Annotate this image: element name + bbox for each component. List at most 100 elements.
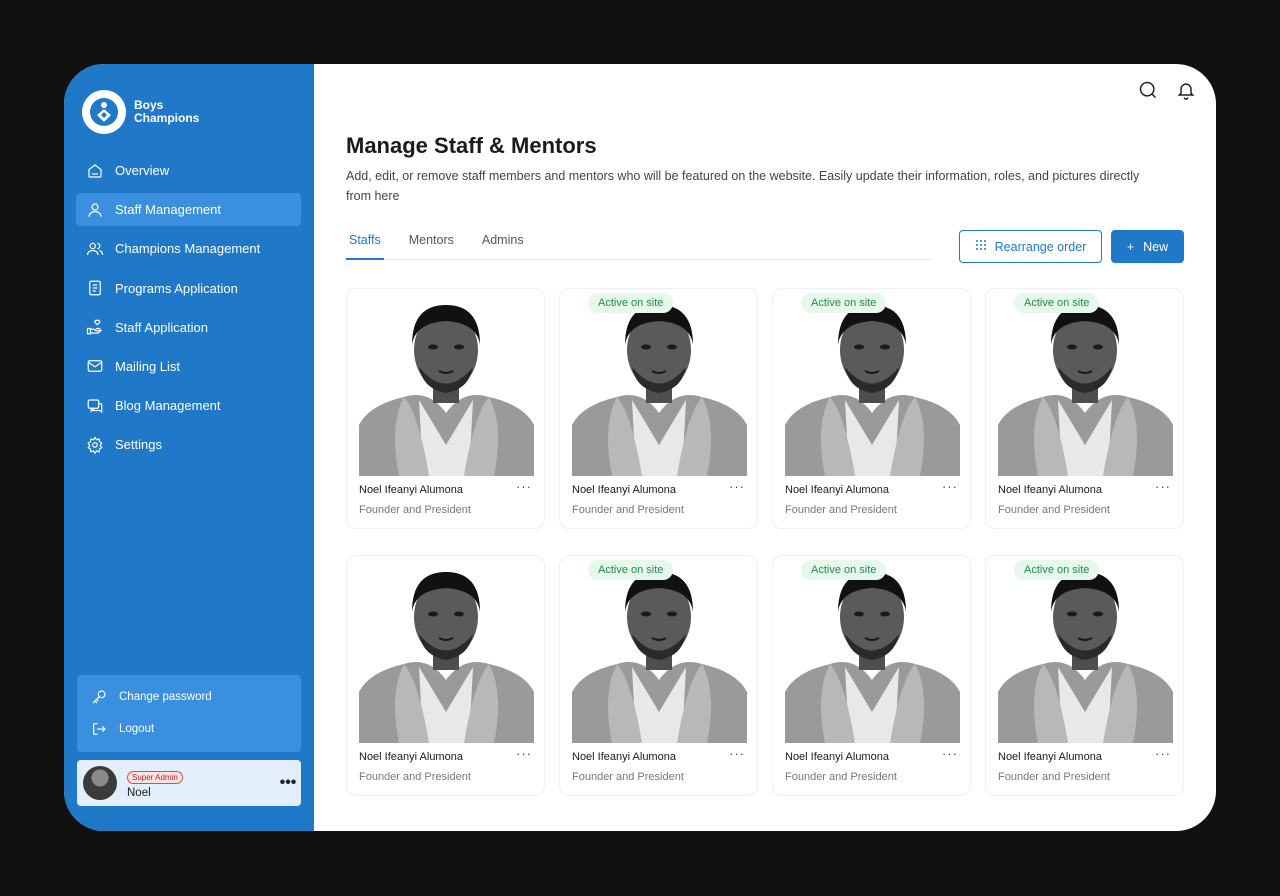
- sidebar-item-blog-management[interactable]: Blog Management: [76, 389, 301, 422]
- card-more-button[interactable]: ···: [942, 479, 958, 494]
- card-more-button[interactable]: ···: [1155, 746, 1171, 761]
- staff-name: Noel Ifeanyi Alumona: [572, 484, 676, 496]
- active-status-badge: Active on site: [801, 560, 887, 580]
- staff-role: Founder and President: [785, 771, 897, 783]
- tab-admins[interactable]: Admins: [479, 230, 527, 260]
- staff-photo: [572, 572, 747, 743]
- brand-name: Boys Champions: [134, 99, 199, 125]
- users-icon: [86, 240, 104, 258]
- active-status-badge: Active on site: [1014, 293, 1100, 313]
- staff-name: Noel Ifeanyi Alumona: [998, 751, 1102, 763]
- staff-photo: [359, 572, 534, 743]
- brand[interactable]: Boys Champions: [82, 90, 199, 134]
- staff-name: Noel Ifeanyi Alumona: [572, 751, 676, 763]
- active-status-badge: Active on site: [588, 560, 674, 580]
- active-status-badge: Active on site: [588, 293, 674, 313]
- card-more-button[interactable]: ···: [1155, 479, 1171, 494]
- sidebar-item-label: Blog Management: [115, 398, 221, 414]
- card-more-button[interactable]: ···: [729, 479, 745, 494]
- staff-card[interactable]: Active on site Noel Ifeanyi Alumona Foun…: [772, 288, 971, 529]
- avatar: [83, 766, 117, 800]
- active-status-badge: Active on site: [801, 293, 887, 313]
- sidebar-item-champions-management[interactable]: Champions Management: [76, 232, 301, 265]
- staff-card[interactable]: Noel Ifeanyi Alumona Founder and Preside…: [346, 555, 545, 796]
- user-info: Super Admin Noel: [127, 767, 275, 799]
- app-window: Boys Champions Overview Staff Management: [64, 64, 1216, 831]
- staff-role: Founder and President: [998, 504, 1110, 516]
- active-status-badge: Active on site: [1014, 560, 1100, 580]
- sidebar-item-overview[interactable]: Overview: [76, 154, 301, 187]
- page-title: Manage Staff & Mentors: [346, 133, 597, 158]
- sidebar: Boys Champions Overview Staff Management: [64, 64, 314, 831]
- sidebar-nav: Overview Staff Management Champions Mana…: [76, 154, 301, 468]
- user-more-button[interactable]: •••: [275, 774, 301, 792]
- sidebar-item-label: Staff Application: [115, 319, 208, 335]
- staff-photo: [572, 305, 747, 476]
- tab-staffs[interactable]: Staffs: [346, 230, 384, 260]
- hand-heart-icon: [86, 318, 104, 336]
- sidebar-item-label: Mailing List: [115, 358, 181, 374]
- brand-logo-icon: [82, 90, 126, 134]
- sidebar-item-staff-management[interactable]: Staff Management: [76, 193, 301, 227]
- staff-role: Founder and President: [359, 504, 471, 516]
- staff-role: Founder and President: [359, 771, 471, 783]
- card-more-button[interactable]: ···: [516, 746, 532, 761]
- staff-card[interactable]: Active on site Noel Ifeanyi Alumona Foun…: [559, 288, 758, 529]
- staff-role: Founder and President: [572, 504, 684, 516]
- role-badge: Super Admin: [127, 771, 183, 784]
- card-more-button[interactable]: ···: [729, 746, 745, 761]
- staff-card[interactable]: Active on site Noel Ifeanyi Alumona Foun…: [559, 555, 758, 796]
- staff-photo: [785, 572, 960, 743]
- staff-role: Founder and President: [998, 771, 1110, 783]
- sidebar-item-settings[interactable]: Settings: [76, 428, 301, 461]
- rearrange-order-button[interactable]: Rearrange order: [959, 230, 1102, 263]
- logout-button[interactable]: Logout: [77, 719, 301, 739]
- change-password-button[interactable]: Change password: [77, 687, 301, 707]
- bell-icon[interactable]: [1176, 80, 1196, 100]
- sidebar-item-label: Settings: [115, 437, 162, 453]
- staff-photo: [359, 305, 534, 476]
- sidebar-item-label: Overview: [115, 163, 170, 178]
- staff-name: Noel Ifeanyi Alumona: [785, 484, 889, 496]
- staff-photo: [998, 572, 1173, 743]
- document-icon: [86, 279, 104, 297]
- user-icon: [86, 201, 104, 219]
- mail-icon: [86, 357, 104, 375]
- staff-name: Noel Ifeanyi Alumona: [785, 751, 889, 763]
- staff-role: Founder and President: [572, 771, 684, 783]
- main-content: Manage Staff & Mentors Add, edit, or rem…: [314, 64, 1216, 831]
- new-button[interactable]: + New: [1111, 230, 1184, 263]
- sidebar-item-programs-application[interactable]: Programs Application: [76, 272, 301, 305]
- sidebar-item-label: Champions Management: [115, 241, 261, 257]
- staff-grid: Noel Ifeanyi Alumona Founder and Preside…: [346, 288, 1184, 796]
- card-more-button[interactable]: ···: [942, 746, 958, 761]
- key-icon: [91, 689, 107, 705]
- home-icon: [86, 162, 104, 180]
- staff-name: Noel Ifeanyi Alumona: [998, 484, 1102, 496]
- staff-card[interactable]: Noel Ifeanyi Alumona Founder and Preside…: [346, 288, 545, 529]
- brand-line-2: Champions: [134, 111, 200, 125]
- staff-card[interactable]: Active on site Noel Ifeanyi Alumona Foun…: [985, 288, 1184, 529]
- staff-photo: [785, 305, 960, 476]
- sidebar-item-label: Programs Application: [115, 280, 238, 296]
- chat-icon: [86, 397, 104, 415]
- staff-card[interactable]: Active on site Noel Ifeanyi Alumona Foun…: [985, 555, 1184, 796]
- search-icon[interactable]: [1138, 80, 1158, 100]
- grid-dots-icon: [975, 239, 987, 254]
- gear-icon: [86, 436, 104, 454]
- sidebar-item-mailing-list[interactable]: Mailing List: [76, 350, 301, 383]
- user-card[interactable]: Super Admin Noel •••: [77, 760, 301, 806]
- sidebar-item-staff-application[interactable]: Staff Application: [76, 311, 301, 344]
- logout-label: Logout: [119, 723, 155, 735]
- staff-card[interactable]: Active on site Noel Ifeanyi Alumona Foun…: [772, 555, 971, 796]
- page-description: Add, edit, or remove staff members and m…: [346, 169, 1140, 203]
- account-menu: Change password Logout: [77, 675, 301, 752]
- sidebar-item-label: Staff Management: [115, 202, 221, 218]
- rearrange-order-label: Rearrange order: [994, 239, 1087, 254]
- top-bar: [1138, 80, 1196, 100]
- plus-icon: +: [1126, 239, 1135, 254]
- staff-name: Noel Ifeanyi Alumona: [359, 484, 463, 496]
- change-password-label: Change password: [119, 691, 212, 703]
- tab-mentors[interactable]: Mentors: [406, 230, 457, 260]
- card-more-button[interactable]: ···: [516, 479, 532, 494]
